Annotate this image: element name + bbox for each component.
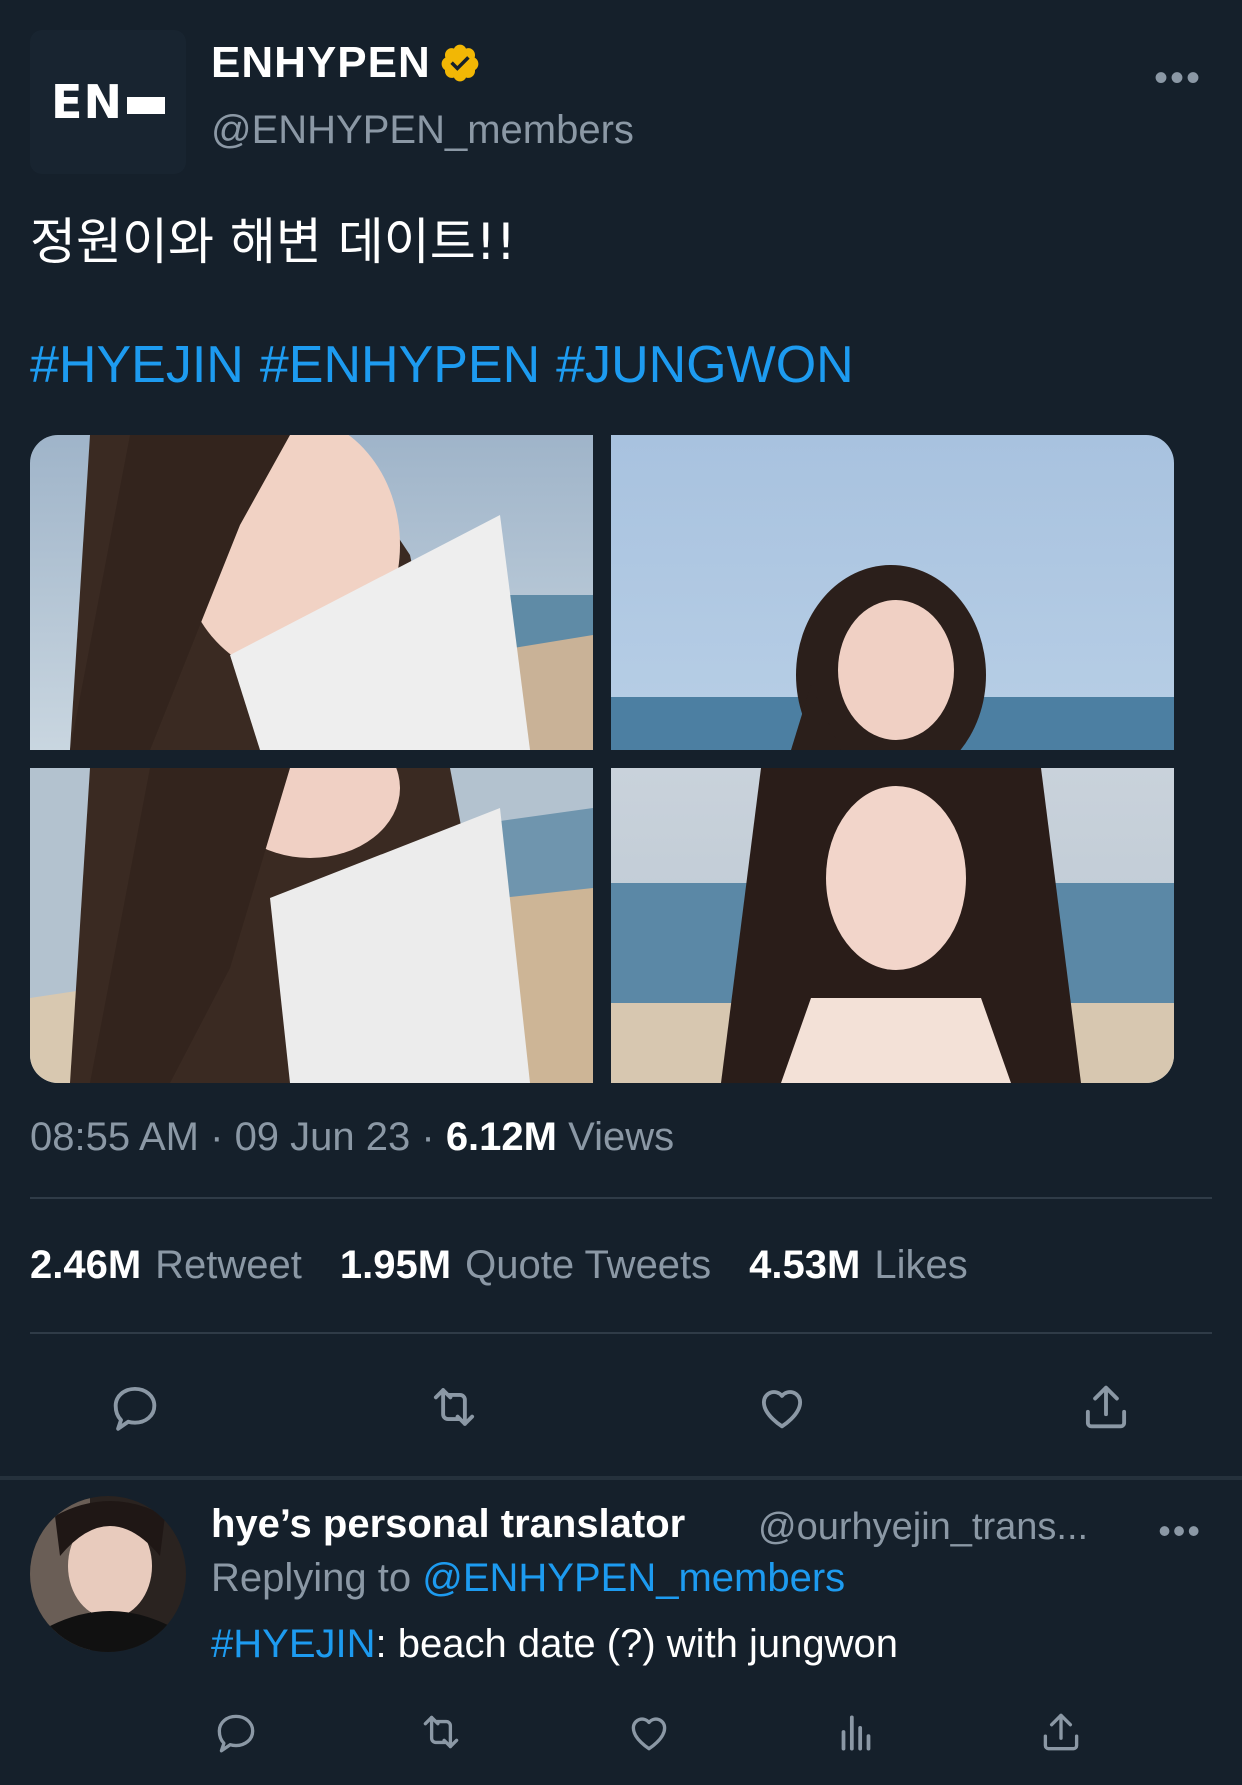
tweet-stats: 2.46M Retweet 1.95M Quote Tweets 4.53M Like… bbox=[30, 1243, 1006, 1288]
reply-handle[interactable]: @ourhyejin_trans... bbox=[758, 1506, 1088, 1549]
retweet-icon[interactable] bbox=[424, 1378, 484, 1436]
retweet-icon[interactable] bbox=[415, 1707, 467, 1757]
reply-icon[interactable] bbox=[106, 1378, 164, 1436]
tweet-photo-4[interactable] bbox=[611, 768, 1174, 1083]
tweet-photo-3[interactable] bbox=[30, 768, 593, 1083]
author-handle[interactable]: @ENHYPEN_members bbox=[211, 108, 634, 153]
likes-stat[interactable]: 4.53M Likes bbox=[749, 1243, 968, 1288]
like-icon[interactable] bbox=[624, 1707, 674, 1757]
retweets-stat[interactable]: 2.46M Retweet bbox=[30, 1243, 302, 1288]
more-horizontal-icon[interactable]: ••• bbox=[1158, 1510, 1202, 1552]
enhypen-avatar[interactable]: EN bbox=[30, 30, 186, 174]
tweet-hashtags: #HYEJIN #ENHYPEN #JUNGWON bbox=[30, 335, 870, 395]
reply-text: #HYEJIN: beach date (?) with jungwon bbox=[211, 1622, 899, 1666]
tweet-text: 정원이와 해변 데이트!! bbox=[30, 213, 516, 271]
share-icon[interactable] bbox=[1036, 1707, 1086, 1757]
enhypen-logo: EN bbox=[51, 75, 165, 129]
divider bbox=[30, 1197, 1212, 1199]
reply-display-name[interactable]: hye’s personal translator bbox=[211, 1502, 685, 1547]
tweet-photo-2[interactable] bbox=[611, 435, 1174, 750]
thread-separator bbox=[0, 1476, 1242, 1480]
quotes-stat[interactable]: 1.95M Quote Tweets bbox=[340, 1243, 711, 1288]
reply-icon[interactable] bbox=[211, 1707, 261, 1757]
more-horizontal-icon[interactable]: ••• bbox=[1154, 56, 1202, 101]
mention-link[interactable]: @ENHYPEN_members bbox=[422, 1556, 845, 1600]
tweet-time: 08:55 AM bbox=[30, 1115, 200, 1159]
reply-avatar[interactable] bbox=[30, 1496, 186, 1652]
hashtag-link[interactable]: #ENHYPEN bbox=[260, 336, 540, 394]
divider bbox=[30, 1332, 1212, 1334]
hashtag-link[interactable]: #JUNGWON bbox=[556, 336, 854, 394]
hashtag-link[interactable]: #HYEJIN bbox=[211, 1622, 376, 1666]
author-display-name[interactable]: ENHYPEN bbox=[211, 38, 481, 88]
hashtag-link[interactable]: #HYEJIN bbox=[30, 336, 244, 394]
views-label: Views bbox=[568, 1115, 675, 1159]
share-icon[interactable] bbox=[1077, 1378, 1135, 1436]
replying-to: Replying to @ENHYPEN_members bbox=[211, 1556, 846, 1600]
verified-badge-icon bbox=[441, 44, 479, 82]
tweet-date: 09 Jun 23 bbox=[234, 1115, 411, 1159]
views-count: 6.12M bbox=[445, 1115, 557, 1159]
like-icon[interactable] bbox=[753, 1378, 811, 1436]
analytics-icon[interactable] bbox=[831, 1707, 881, 1757]
tweet-meta: 08:55 AM · 09 Jun 23 · 6.12M Views bbox=[30, 1115, 675, 1159]
tweet-photo-1[interactable] bbox=[30, 435, 593, 750]
